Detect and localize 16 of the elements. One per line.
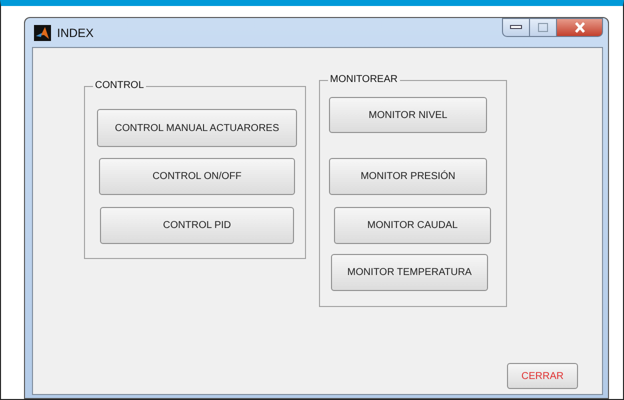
- panel-button[interactable]: CONTROL ON/OFF: [99, 158, 295, 195]
- panel-button[interactable]: MONITOR NIVEL: [329, 97, 487, 133]
- close-icon: [574, 22, 586, 33]
- panel-button[interactable]: MONITOR CAUDAL: [334, 207, 491, 244]
- panel-button[interactable]: MONITOR TEMPERATURA: [331, 254, 488, 291]
- panel-button[interactable]: MONITOR PRESIÓN: [329, 158, 487, 195]
- panel-button[interactable]: CONTROL MANUAL ACTUARORES: [97, 109, 297, 147]
- window-title: INDEX: [57, 24, 94, 42]
- panel-button[interactable]: CONTROL PID: [100, 207, 294, 244]
- close-window-button[interactable]: [557, 18, 603, 37]
- maximize-icon: [538, 23, 548, 32]
- maximize-button[interactable]: [530, 18, 557, 37]
- minimize-icon: [510, 25, 522, 30]
- close-button[interactable]: CERRAR: [507, 363, 578, 389]
- app-logo-icon: [34, 24, 51, 40]
- minimize-button[interactable]: [502, 18, 530, 37]
